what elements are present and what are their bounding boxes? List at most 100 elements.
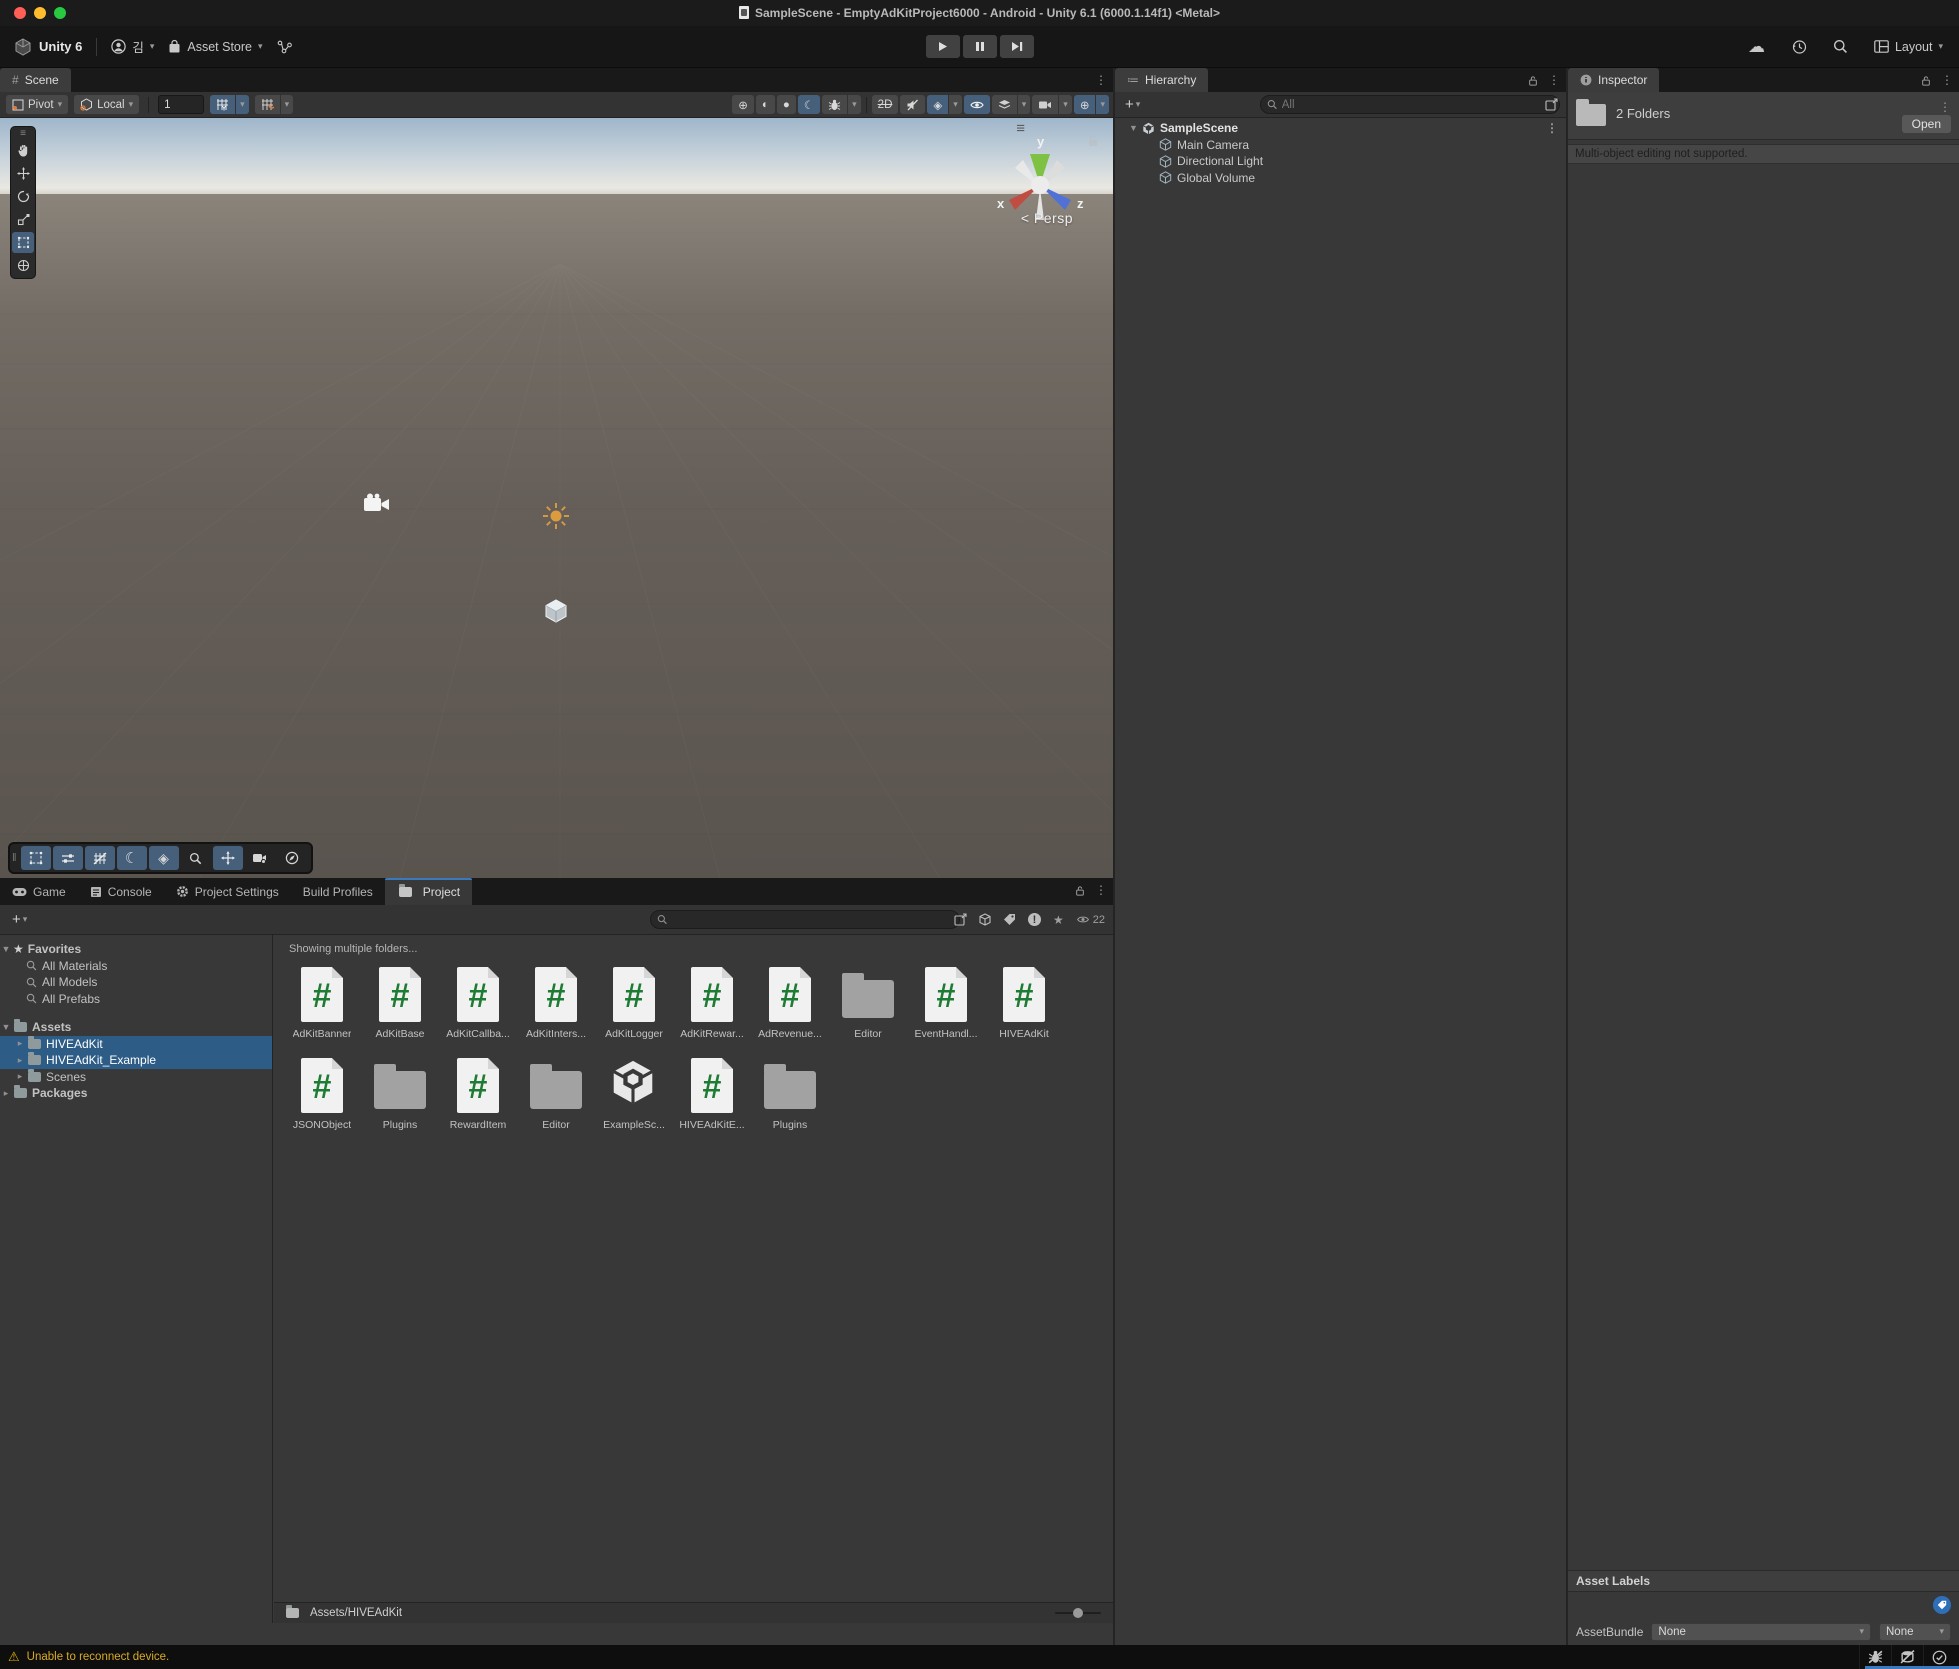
lighting-toggle-button[interactable]: ☾ — [798, 95, 820, 114]
tree-item-favorite-search[interactable]: All Models — [0, 974, 272, 991]
foldout-arrow-icon[interactable]: ▼ — [0, 1022, 12, 1032]
tab-project-settings[interactable]: Project Settings — [164, 878, 291, 905]
camera-settings-dropdown[interactable]: ▾ — [1059, 95, 1072, 114]
asset-item[interactable]: AdKitInters... — [517, 965, 595, 1040]
asset-item[interactable]: AdKitRewar... — [673, 965, 751, 1040]
tool-settings-overlay-button[interactable] — [53, 846, 83, 870]
project-tree[interactable]: ▼ ★ Favorites All Materials — [0, 935, 273, 1623]
account-menu[interactable]: 김 ▾ — [111, 37, 154, 56]
gizmos-button[interactable]: ⊕ — [1074, 95, 1096, 114]
kebab-menu-icon[interactable]: ⋮ — [1941, 73, 1953, 87]
gizmo-center-cube[interactable] — [1031, 176, 1049, 194]
lighting-overlay-button[interactable]: ☾ — [117, 846, 147, 870]
status-message[interactable]: Unable to reconnect device. — [27, 1651, 170, 1663]
audio-mute-button[interactable] — [900, 95, 925, 114]
asset-item[interactable]: HIVEAdKitE... — [673, 1056, 751, 1131]
move-tool-button[interactable] — [12, 163, 34, 184]
view-tool-button[interactable] — [12, 140, 34, 161]
create-asset-button[interactable]: +▾ — [8, 911, 31, 928]
rect-select-overlay-button[interactable] — [21, 846, 51, 870]
asset-item[interactable]: AdKitBanner — [283, 965, 361, 1040]
hierarchy-item[interactable]: Directional Light — [1115, 153, 1566, 170]
picker-icon[interactable] — [954, 913, 967, 926]
grid-overlay-button[interactable] — [85, 846, 115, 870]
tree-item-favorite-search[interactable]: All Prefabs — [0, 991, 272, 1008]
2d-mode-button[interactable]: 2D — [872, 95, 899, 114]
tab-hierarchy[interactable]: ≔ Hierarchy — [1115, 68, 1208, 92]
effects-overlay-button[interactable]: ◈ — [149, 846, 179, 870]
label-filter-icon[interactable] — [1003, 913, 1016, 926]
kebab-menu-icon[interactable]: ⋮ — [1095, 73, 1107, 87]
layers-button[interactable] — [992, 95, 1017, 114]
slider-knob[interactable] — [1073, 1608, 1083, 1618]
tab-game[interactable]: Game — [0, 878, 78, 905]
kebab-menu-icon[interactable]: ⋮ — [1939, 100, 1951, 114]
asset-labels-header[interactable]: Asset Labels — [1568, 1570, 1959, 1592]
navigation-overlay-button[interactable] — [277, 846, 307, 870]
hierarchy-item[interactable]: Main Camera — [1115, 137, 1566, 154]
directional-light-gizmo-icon[interactable] — [541, 501, 571, 531]
global-volume-gizmo-icon[interactable] — [542, 598, 570, 626]
pivot-mode-button[interactable]: Pivot ▾ — [6, 95, 68, 114]
project-grid-area[interactable]: Showing multiple folders... — [273, 935, 1113, 1623]
history-icon[interactable] — [1791, 39, 1807, 55]
step-button[interactable] — [1000, 35, 1034, 58]
tab-build-profiles[interactable]: Build Profiles — [291, 878, 385, 905]
layout-menu[interactable]: Layout ▾ — [1874, 40, 1943, 54]
effects-dropdown[interactable]: ▾ — [949, 95, 962, 114]
gizmos-dropdown[interactable]: ▾ — [1096, 95, 1109, 114]
foldout-arrow-icon[interactable]: ▼ — [1129, 123, 1142, 133]
asset-item[interactable]: ExampleSc... — [595, 1056, 673, 1131]
asset-item[interactable]: HIVEAdKit — [985, 965, 1063, 1040]
camera-settings-button[interactable] — [1032, 95, 1058, 114]
scene-visibility-button[interactable] — [964, 95, 990, 114]
debug-draw-dropdown[interactable]: ▾ — [848, 95, 861, 114]
project-search-input[interactable] — [671, 914, 953, 926]
foldout-arrow-icon[interactable]: ▸ — [0, 1088, 12, 1099]
handle-rotation-button[interactable]: Local ▾ — [74, 95, 139, 114]
lock-icon[interactable] — [1528, 75, 1538, 86]
pause-button[interactable] — [963, 35, 997, 58]
tree-item-assets[interactable]: ▼ Assets — [0, 1019, 272, 1036]
kebab-menu-icon[interactable]: ⋮ — [1095, 883, 1107, 897]
asset-item[interactable]: RewardItem — [439, 1056, 517, 1131]
asset-store-menu[interactable]: Asset Store ▾ — [168, 39, 262, 54]
hierarchy-tree[interactable]: ▼ SampleScene ⋮ Main Camera — [1115, 118, 1566, 186]
tree-item-favorites[interactable]: ▼ ★ Favorites — [0, 941, 272, 958]
tab-console[interactable]: Console — [78, 878, 164, 905]
kebab-menu-icon[interactable]: ⋮ — [1546, 121, 1558, 135]
shading-mode-unlit-button[interactable]: ● — [777, 95, 796, 114]
tree-item-folder[interactable]: ▸ Scenes — [0, 1069, 272, 1086]
unresolved-filter-icon[interactable]: ! — [1028, 913, 1041, 926]
asset-item[interactable]: AdKitBase — [361, 965, 439, 1040]
move-overlay-button[interactable] — [213, 846, 243, 870]
create-object-button[interactable]: +▾ — [1121, 96, 1144, 113]
assetbundle-dropdown[interactable]: None▾ — [1651, 1623, 1871, 1641]
asset-item[interactable]: JSONObject — [283, 1056, 361, 1131]
hierarchy-scene-row[interactable]: ▼ SampleScene ⋮ — [1115, 120, 1566, 137]
search-icon[interactable] — [1833, 39, 1848, 54]
search-overlay-button[interactable] — [181, 846, 211, 870]
foldout-arrow-icon[interactable]: ▼ — [0, 944, 12, 954]
package-filter-icon[interactable] — [979, 913, 991, 926]
hierarchy-item[interactable]: Global Volume — [1115, 170, 1566, 187]
add-label-button[interactable] — [1933, 1596, 1951, 1614]
kebab-menu-icon[interactable]: ⋮ — [1548, 73, 1560, 87]
assetbundle-variant-dropdown[interactable]: None▾ — [1879, 1623, 1951, 1641]
asset-item[interactable]: AdKitLogger — [595, 965, 673, 1040]
tree-item-packages[interactable]: ▸ Packages — [0, 1085, 272, 1102]
tab-scene[interactable]: # Scene — [0, 68, 71, 92]
project-search[interactable] — [650, 910, 960, 929]
grid-visibility-dropdown[interactable]: ▾ — [236, 95, 249, 114]
shading-mode-shaded-button[interactable]: ⊕ — [732, 95, 754, 114]
cloud-icon[interactable]: ☁ — [1748, 37, 1765, 57]
asset-item[interactable]: AdKitCallba... — [439, 965, 517, 1040]
camera-gizmo-icon[interactable] — [362, 492, 392, 516]
open-button[interactable]: Open — [1902, 115, 1951, 133]
shading-mode-wireframe-button[interactable]: ◐ — [756, 95, 775, 114]
asset-item[interactable]: Editor — [517, 1056, 595, 1131]
favorites-filter-icon[interactable]: ★ — [1053, 913, 1064, 927]
effects-button[interactable]: ◈ — [927, 95, 948, 114]
layers-dropdown[interactable]: ▾ — [1018, 95, 1031, 114]
foldout-arrow-icon[interactable]: ▸ — [14, 1038, 26, 1049]
